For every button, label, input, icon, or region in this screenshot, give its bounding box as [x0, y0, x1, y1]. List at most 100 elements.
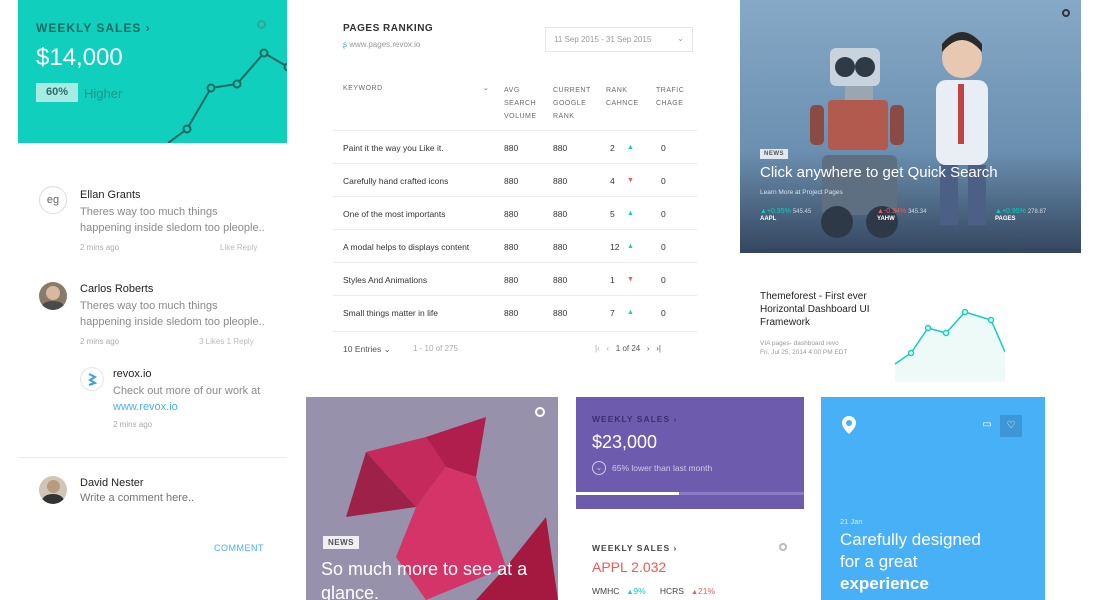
percent-badge: 60%: [36, 83, 78, 102]
news-badge: NEWS: [760, 149, 788, 159]
avatar: [39, 476, 67, 504]
weekly-sales-title[interactable]: WEEKLY SALES ›: [592, 543, 677, 553]
divider: [18, 457, 287, 458]
revox-logo-icon: ʂ: [343, 40, 347, 49]
news-headline[interactable]: So much more to see at a glance.: [321, 557, 551, 600]
entries-range: 1 - 10 of 275: [413, 344, 458, 353]
pagination: |‹ ‹ 1 of 24 › ›|: [595, 344, 661, 353]
col-google-rank[interactable]: CURRENT GOOGLE RANK: [553, 84, 597, 123]
cell-keyword: Styles And Animations: [343, 275, 428, 285]
comment-author: Ellan Grants: [80, 189, 141, 201]
pages-ranking-url[interactable]: ʂ www.pages.revox.io: [343, 40, 420, 49]
comment-time: 2 mins ago: [80, 243, 120, 252]
chevron-right-icon: ›: [673, 414, 678, 424]
comment-actions[interactable]: 3 Likes 1 Reply: [199, 337, 254, 346]
arrow-down-icon: ▲: [877, 208, 884, 215]
cell-keyword: Paint it the way you Like it.: [343, 143, 444, 153]
reply-link[interactable]: www.revox.io: [113, 399, 303, 415]
commenter-name: David Nester: [80, 477, 144, 489]
comment-button[interactable]: COMMENT: [214, 543, 264, 553]
arrow-up-icon: ▲: [627, 210, 634, 217]
comment-actions[interactable]: Like Reply: [220, 243, 257, 252]
cell-volume: 880: [504, 275, 519, 285]
themeforest-date: Fri, Jul 25, 2014 4:00 PM EDT: [760, 349, 848, 356]
card-text: Carefully designed for a great experienc…: [840, 530, 981, 593]
cell-rank-change: 12: [610, 242, 620, 252]
divider: [333, 331, 697, 332]
weekly-sales-amount: $14,000: [36, 44, 123, 71]
last-page-icon[interactable]: ›|: [656, 344, 661, 353]
col-rank-change[interactable]: RANK CAHNCE: [606, 84, 646, 110]
cell-traffic-change: 0: [661, 275, 666, 285]
page-indicator: 1 of 24: [615, 344, 641, 353]
weekly-sales-title[interactable]: WEEKLY SALES ›: [592, 414, 677, 424]
blue-feature-card[interactable]: ▭ ♡ 21 Jan Carefully designed for a grea…: [821, 397, 1045, 600]
next-page-icon[interactable]: ›: [647, 344, 650, 353]
weekly-sales-sub: 65% lower than last month: [612, 463, 713, 473]
cell-rank-change: 5: [610, 209, 615, 219]
pages-ranking-card: PAGES RANKING ʂ www.pages.revox.io 11 Se…: [333, 0, 733, 380]
news-headline[interactable]: Click anywhere to get Quick Search: [760, 164, 998, 181]
map-pin-icon: [842, 416, 856, 434]
themeforest-via: VIA pages- dashboard revo: [760, 340, 839, 347]
cell-rank-change: 4: [610, 176, 615, 186]
cell-volume: 880: [504, 209, 519, 219]
themeforest-title[interactable]: Themeforest - First ever Horizontal Dash…: [760, 290, 885, 329]
table-row[interactable]: A modal helps to displays content 880 880 1…: [333, 229, 697, 262]
cell-keyword: A modal helps to displays content: [343, 242, 470, 252]
entries-select[interactable]: 10 Entries ⌄: [343, 344, 391, 355]
stock-item: ▲+0.95% 545.45 AAPL: [760, 208, 812, 222]
stock-list: WMHC ▲9% HCRS ▲21%: [592, 586, 716, 596]
card-options-icon[interactable]: [535, 407, 545, 417]
cell-rank-change: 2: [610, 143, 615, 153]
reply-text: Check out more of our work at: [113, 385, 261, 397]
arrow-up-icon: ▲: [760, 208, 767, 215]
avatar: eg: [39, 186, 67, 214]
card-options-icon[interactable]: [779, 543, 787, 551]
comment-input[interactable]: [80, 492, 270, 504]
cell-volume: 880: [504, 176, 519, 186]
card-options-icon[interactable]: [257, 20, 266, 29]
card-options-icon[interactable]: [1062, 9, 1070, 17]
table-row[interactable]: Small things matter in life 880 880 7 0 ▲: [333, 295, 697, 328]
trend-label: Higher: [84, 86, 123, 101]
arrow-down-icon: ▼: [627, 177, 634, 184]
pages-ranking-title: PAGES RANKING: [343, 23, 434, 34]
comment-time: 2 mins ago: [113, 420, 153, 429]
cell-traffic-change: 0: [661, 143, 666, 153]
cell-traffic-change: 0: [661, 242, 666, 252]
news-sub[interactable]: Learn More at Project Pages: [760, 189, 843, 196]
chevron-right-icon: ›: [145, 21, 151, 35]
table-row[interactable]: Styles And Animations 880 880 1 0 ▼: [333, 262, 697, 295]
prev-page-icon[interactable]: ‹: [606, 344, 609, 353]
comments-panel: eg Ellan Grants Theres way too much thin…: [18, 143, 287, 600]
heart-icon[interactable]: ♡: [1000, 415, 1022, 437]
first-page-icon[interactable]: |‹: [595, 344, 600, 353]
news-image-card[interactable]: NEWS Click anywhere to get Quick Search …: [740, 0, 1081, 253]
date-range-picker[interactable]: 11 Sep 2015 - 31 Sep 2015 ⌄: [545, 27, 693, 52]
news-image-card[interactable]: NEWS So much more to see at a glance.: [306, 397, 558, 600]
weekly-sales-title[interactable]: WEEKLY SALES ›: [36, 21, 151, 35]
weekly-sales-card: WEEKLY SALES › $14,000 60% Higher: [18, 0, 287, 143]
table-row[interactable]: Paint it the way you Like it. 880 880 2 0 ▲: [333, 130, 697, 163]
cell-google-rank: 880: [553, 242, 568, 252]
comment-text: Theres way too much things happening ins…: [80, 300, 265, 328]
arrow-up-icon: ▲: [627, 144, 634, 151]
table-row[interactable]: Carefully hand crafted icons 880 880 4 0 ▼: [333, 163, 697, 196]
cell-keyword: Small things matter in life: [343, 308, 438, 318]
stock-value: APPL 2.032: [592, 559, 667, 575]
chat-icon[interactable]: ▭: [977, 415, 997, 435]
table-row[interactable]: One of the most importants 880 880 5 0 ▲: [333, 196, 697, 229]
progress-track: [576, 492, 804, 495]
chevron-down-icon: ⌄: [483, 85, 490, 92]
themeforest-card: Themeforest - First ever Horizontal Dash…: [740, 268, 1020, 383]
col-keyword[interactable]: KEYWORD ⌄: [343, 82, 489, 95]
chevron-right-icon: ›: [673, 543, 678, 553]
col-avg-volume[interactable]: AVG SEARCH VOLUME: [504, 84, 544, 123]
cell-google-rank: 880: [553, 176, 568, 186]
cell-volume: 880: [504, 242, 519, 252]
col-traffic-change[interactable]: TRAFIC CHAGE: [656, 84, 696, 110]
stock-item: ▲-0.34% 345.34 YAHW: [877, 208, 927, 222]
cell-google-rank: 880: [553, 308, 568, 318]
cell-volume: 880: [504, 143, 519, 153]
